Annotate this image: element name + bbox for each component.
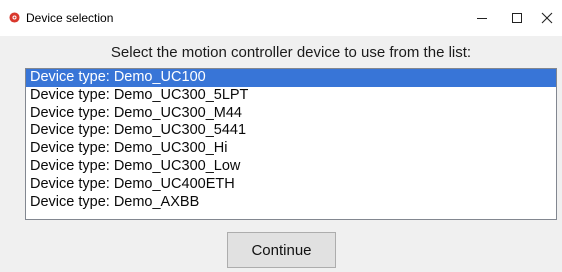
device-list-item[interactable]: Device type: Demo_UC300_5LPT — [26, 87, 556, 105]
device-list-item-selected[interactable]: Device type: Demo_UC100 — [26, 69, 556, 87]
minimize-icon — [477, 18, 487, 19]
instruction-text: Select the motion controller device to u… — [110, 44, 472, 61]
maximize-icon — [512, 13, 522, 23]
title-bar[interactable]: Device selection — [0, 0, 562, 36]
device-list-item[interactable]: Device type: Demo_AXBB — [26, 194, 556, 212]
device-list-item[interactable]: Device type: Demo_UC300_Low — [26, 158, 556, 176]
close-button[interactable] — [532, 0, 562, 36]
close-icon — [541, 12, 553, 24]
device-list-item[interactable]: Device type: Demo_UC300_5441 — [26, 122, 556, 140]
window-title: Device selection — [26, 11, 114, 25]
red-gear-icon — [9, 12, 20, 23]
device-list-item[interactable]: Device type: Demo_UC300_M44 — [26, 105, 556, 123]
maximize-button[interactable] — [497, 0, 537, 36]
device-listbox[interactable]: Device type: Demo_UC100 Device type: Dem… — [25, 68, 557, 220]
device-list-item[interactable]: Device type: Demo_UC400ETH — [26, 176, 556, 194]
device-selection-window: Device selection Select the motion contr… — [0, 0, 562, 272]
device-list-item[interactable]: Device type: Demo_UC300_Hi — [26, 140, 556, 158]
minimize-button[interactable] — [462, 0, 502, 36]
continue-button[interactable]: Continue — [227, 232, 336, 268]
